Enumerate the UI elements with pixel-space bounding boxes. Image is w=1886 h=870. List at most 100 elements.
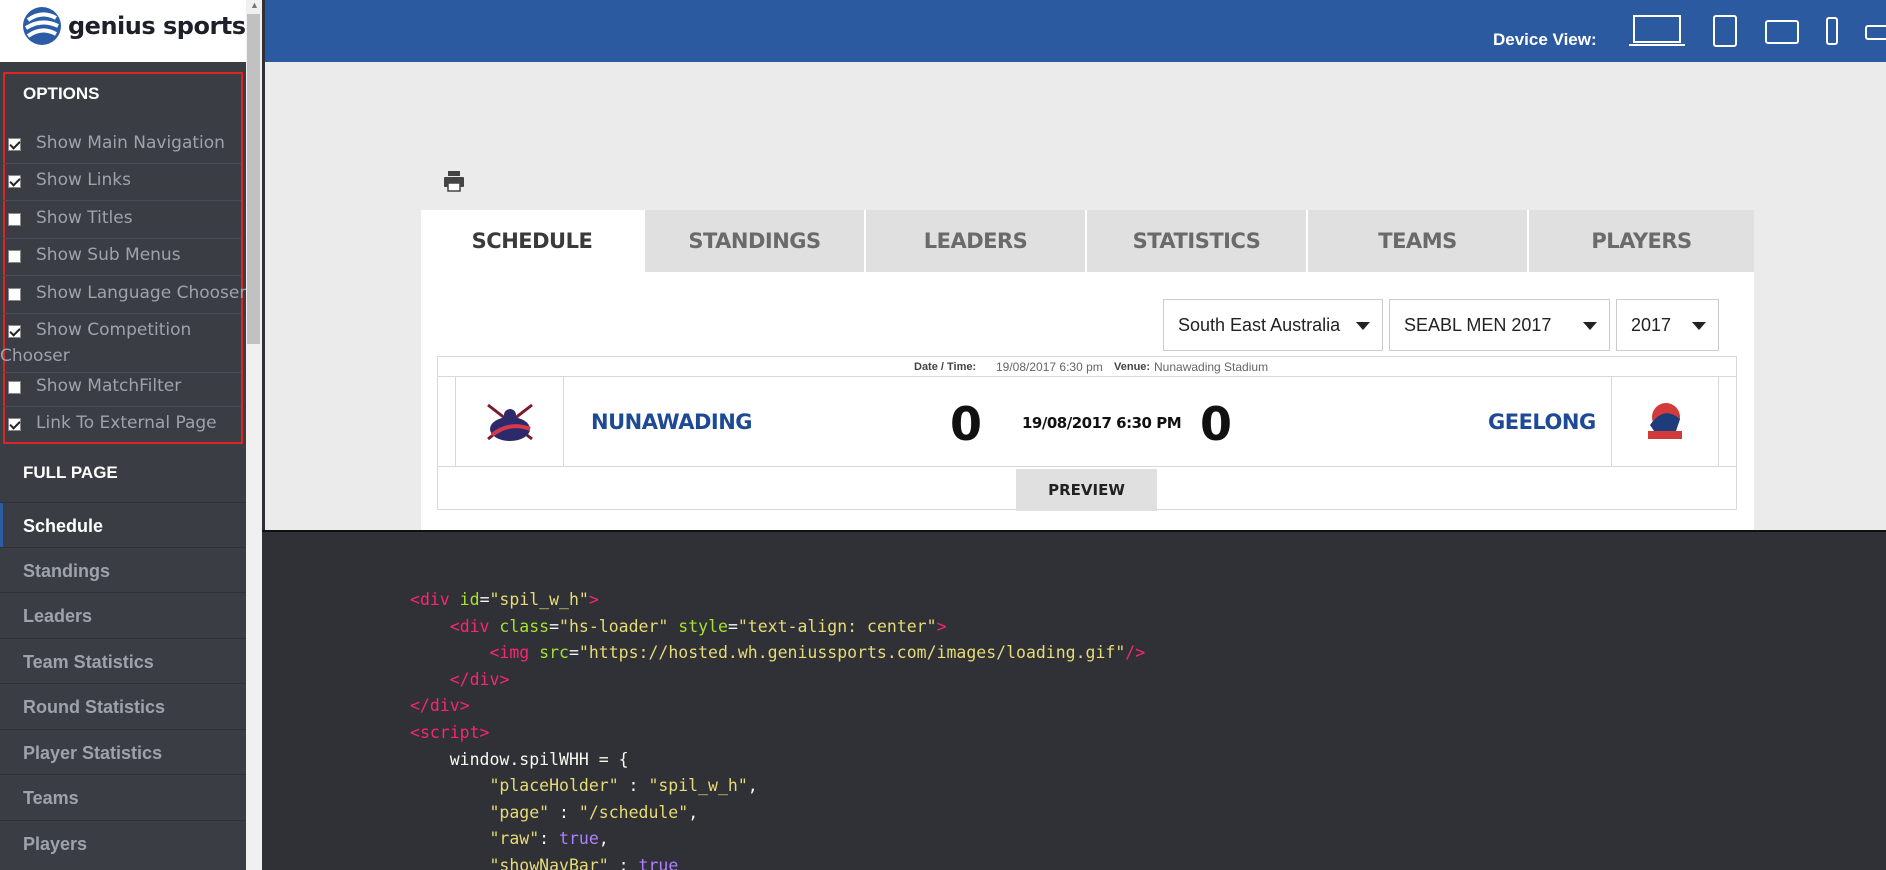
print-icon[interactable] xyxy=(442,169,466,193)
nav-item-player-statistics[interactable]: Player Statistics xyxy=(0,729,246,774)
tab-players[interactable]: PLAYERS xyxy=(1529,210,1754,272)
code-line: "showNavBar" : true xyxy=(410,856,678,870)
device-view-label: Device View: xyxy=(1493,30,1597,49)
code-token: /> xyxy=(1125,643,1146,663)
embed-code-panel[interactable]: <div id="spil_w_h"> <div class="hs-loade… xyxy=(262,532,1886,870)
scroll-up-arrow-icon[interactable]: ▲ xyxy=(250,0,259,10)
sidebar: genius sports OPTIONS Show Main Navigati… xyxy=(0,0,246,870)
code-line: "raw": true, xyxy=(410,829,608,849)
region-select[interactable]: South East Australia xyxy=(1163,299,1383,351)
option-label: Link To External Page xyxy=(36,413,217,433)
code-token: </ xyxy=(449,669,470,689)
checkbox[interactable] xyxy=(8,288,21,301)
divider xyxy=(1718,377,1719,467)
code-token: "https://hosted.wh.geniussports.com/imag… xyxy=(578,643,1126,663)
code-token: id xyxy=(449,590,480,609)
nav-item-standings[interactable]: Standings xyxy=(0,547,246,592)
nav-item-round-statistics[interactable]: Round Statistics xyxy=(0,683,246,728)
option-label: Show MatchFilter xyxy=(36,376,182,396)
code-token: "/schedule" xyxy=(578,802,689,822)
code-token: "raw" xyxy=(489,829,540,849)
code-token: class xyxy=(489,616,550,636)
away-team-name[interactable]: GEELONG xyxy=(1488,410,1596,434)
tab-statistics[interactable]: STATISTICS xyxy=(1087,210,1306,272)
widget-tabs: SCHEDULE STANDINGS LEADERS STATISTICS TE… xyxy=(421,210,1754,272)
code-line: "placeHolder" : "spil_w_h", xyxy=(410,776,758,796)
tab-leaders[interactable]: LEADERS xyxy=(866,210,1085,272)
tablet-landscape-icon[interactable] xyxy=(1764,14,1800,48)
code-token: > xyxy=(936,616,947,636)
chevron-down-icon xyxy=(1583,322,1597,330)
code-token: "page" xyxy=(489,802,550,822)
code-line: window.spilWHH = { xyxy=(410,750,629,769)
nav-item-team-statistics[interactable]: Team Statistics xyxy=(0,638,246,683)
code-line: <div class="hs-loader" style="text-align… xyxy=(410,617,947,636)
phone-landscape-icon[interactable] xyxy=(1864,14,1886,48)
geelong-supercats-logo-icon xyxy=(1648,403,1682,439)
competition-select[interactable]: SEABL MEN 2017 xyxy=(1389,299,1610,351)
tab-standings[interactable]: STANDINGS xyxy=(645,210,864,272)
date-time-label: Date / Time: xyxy=(914,361,977,373)
match-row[interactable]: NUNAWADING 0 19/08/2017 6:30 PM 0 GEELON… xyxy=(438,377,1736,467)
checkbox[interactable] xyxy=(8,175,21,188)
checkbox[interactable] xyxy=(8,325,21,338)
checkbox[interactable] xyxy=(8,213,21,226)
year-select[interactable]: 2017 xyxy=(1616,299,1719,351)
checkbox[interactable] xyxy=(8,381,21,394)
divider xyxy=(3,238,241,239)
nav-item-players[interactable]: Players xyxy=(0,820,246,865)
code-token: "placeHolder" xyxy=(489,776,619,796)
code-token: : xyxy=(549,802,579,822)
nav-label: Team Statistics xyxy=(23,652,154,672)
option-label: Show Titles xyxy=(36,208,133,228)
code-token: > xyxy=(499,669,510,689)
checkbox[interactable] xyxy=(8,418,21,431)
option-label: Show Links xyxy=(36,170,131,190)
match-time: 19/08/2017 6:30 PM xyxy=(1022,414,1182,432)
nav-item-leaders[interactable]: Leaders xyxy=(0,592,246,637)
code-token: "text-align: center" xyxy=(737,616,937,636)
code-token: < xyxy=(410,590,420,609)
code-token: div xyxy=(419,590,450,609)
tab-teams[interactable]: TEAMS xyxy=(1308,210,1527,272)
nav-item-schedule[interactable]: Schedule xyxy=(0,502,246,548)
code-token: < xyxy=(449,616,460,636)
nav-label: Teams xyxy=(23,788,79,808)
sidebar-scrollbar-thumb[interactable] xyxy=(247,14,260,344)
code-token: > xyxy=(479,723,490,742)
code-token: = xyxy=(549,616,560,636)
code-token: : xyxy=(618,776,649,796)
checkbox[interactable] xyxy=(8,138,21,151)
match-card: Date / Time: 19/08/2017 6:30 pm Venue: N… xyxy=(437,356,1737,511)
divider xyxy=(1611,377,1612,467)
date-time-value: 19/08/2017 6:30 pm xyxy=(996,360,1103,374)
away-score: 0 xyxy=(1200,397,1233,451)
code-token: img xyxy=(499,643,530,663)
home-team-name[interactable]: NUNAWADING xyxy=(591,410,753,434)
code-token: , xyxy=(688,802,699,822)
code-token: , xyxy=(747,776,758,796)
code-token: "hs-loader" xyxy=(559,616,669,636)
code-token: true xyxy=(559,829,599,849)
tablet-portrait-icon[interactable] xyxy=(1712,14,1738,48)
venue-label: Venue: xyxy=(1114,361,1151,373)
divider xyxy=(3,313,241,314)
laptop-icon[interactable] xyxy=(1628,14,1686,48)
code-token: "spil_w_h" xyxy=(489,590,589,609)
full-page-title: FULL PAGE xyxy=(23,463,118,482)
code-line: "page" : "/schedule", xyxy=(410,803,698,822)
checkbox[interactable] xyxy=(8,250,21,263)
divider xyxy=(3,406,241,407)
phone-portrait-icon[interactable] xyxy=(1825,14,1839,48)
nav-item-teams[interactable]: Teams xyxy=(0,774,246,819)
logo-area: genius sports xyxy=(0,0,246,62)
preview-button[interactable]: PREVIEW xyxy=(1016,469,1157,511)
divider xyxy=(3,163,241,164)
tab-schedule[interactable]: SCHEDULE xyxy=(421,210,643,272)
